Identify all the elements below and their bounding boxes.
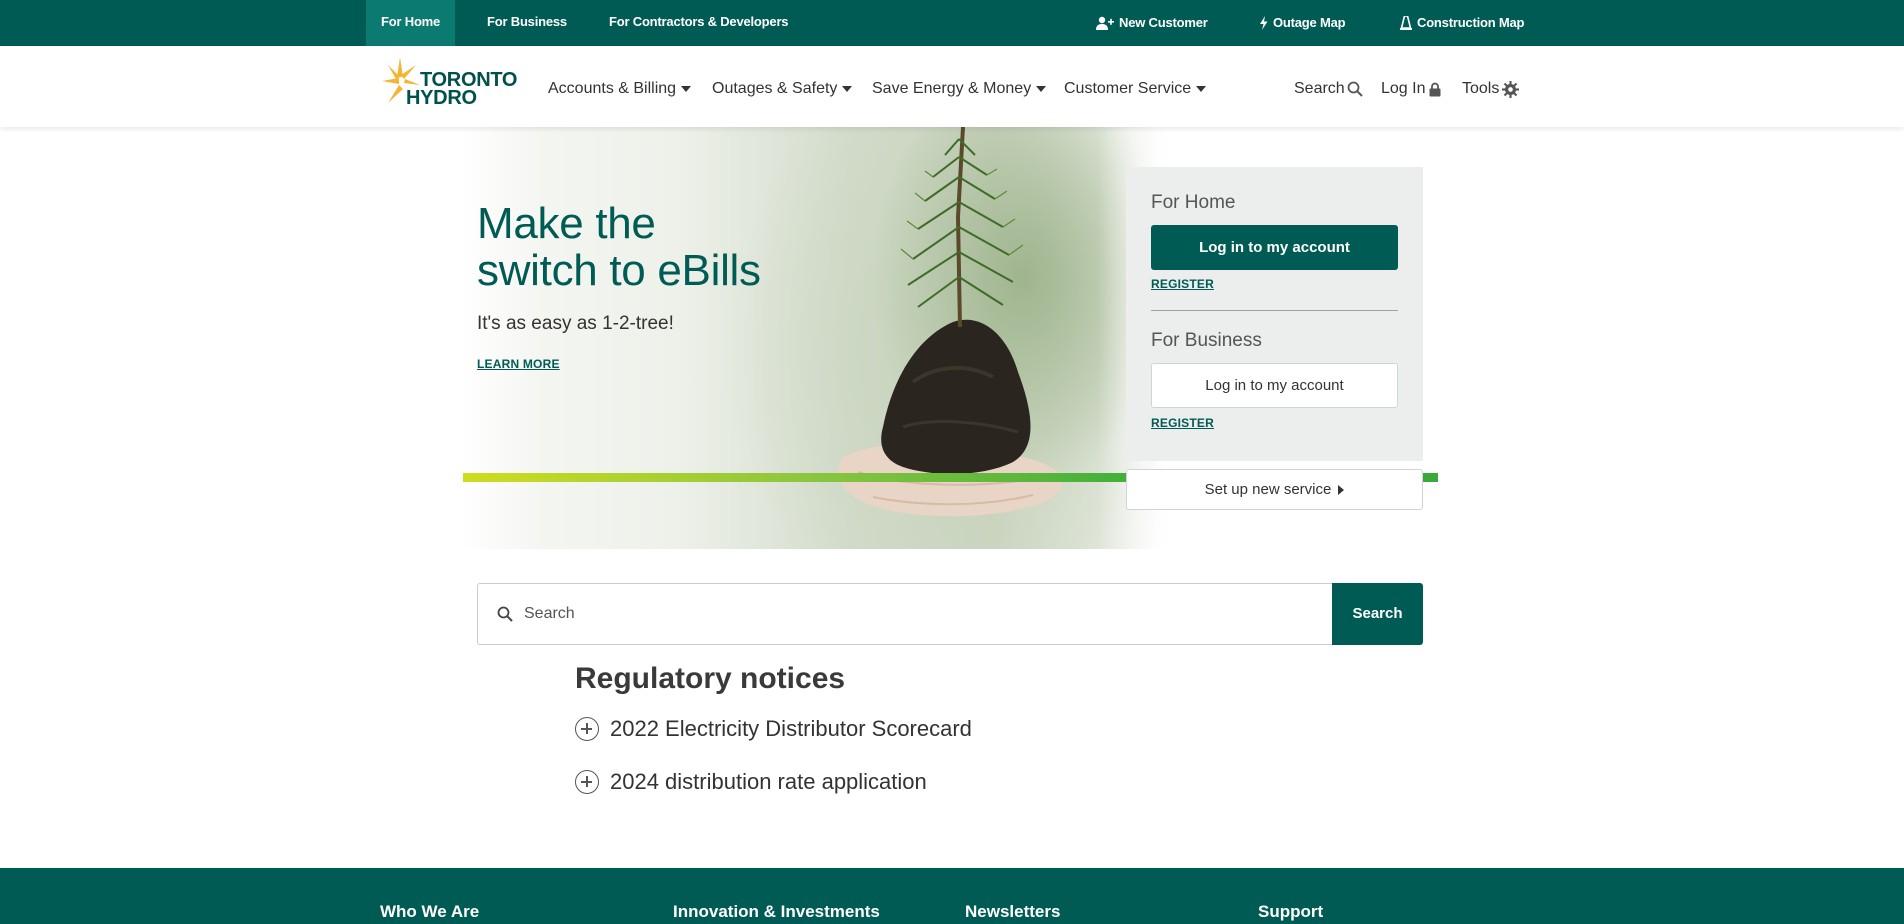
panel-divider (1151, 310, 1398, 311)
regulatory-notices-title: Regulatory notices (575, 662, 846, 695)
nav-item-label: Save Energy & Money (872, 80, 1032, 97)
accordion-item[interactable]: 2022 Electricity Distributor Scorecard (575, 716, 972, 742)
footer-heading-who-we-are[interactable]: Who We Are (380, 902, 479, 922)
for-home-heading: For Home (1151, 192, 1236, 213)
main-navigation: TORONTO HYDRO Accounts & Billing Outages… (0, 46, 1904, 127)
site-search: Search (477, 583, 1423, 645)
hero-title-line1: Make the (477, 199, 656, 248)
caret-down-icon (1036, 86, 1047, 92)
search-icon (497, 606, 513, 622)
nav-login-button[interactable]: Log In (1381, 80, 1441, 98)
login-panel: For Home Log in to my account REGISTER F… (1126, 167, 1423, 461)
expand-plus-icon (575, 717, 599, 741)
search-input[interactable] (524, 584, 1314, 644)
nav-login-label: Log In (1381, 80, 1426, 97)
footer-heading-innovation[interactable]: Innovation & Investments (673, 902, 880, 922)
nav-search-button[interactable]: Search (1294, 80, 1363, 98)
tab-for-contractors[interactable]: For Contractors & Developers (609, 0, 789, 46)
nav-tools-button[interactable]: Tools (1462, 80, 1520, 98)
nav-item-label: Accounts & Billing (548, 80, 677, 97)
nav-customer-service[interactable]: Customer Service (1064, 80, 1207, 98)
caret-down-icon (681, 86, 692, 92)
traffic-cone-icon (1400, 16, 1412, 30)
hero-subtitle: It's as easy as 1-2-tree! (477, 313, 674, 334)
learn-more-link[interactable]: LEARN MORE (477, 357, 560, 371)
caret-down-icon (842, 86, 853, 92)
home-login-button[interactable]: Log in to my account (1151, 225, 1398, 270)
logo-text-hydro: HYDRO (406, 87, 477, 109)
accordion-item[interactable]: 2024 distribution rate application (575, 769, 927, 795)
gear-icon (1502, 80, 1520, 98)
nav-search-label: Search (1294, 80, 1345, 97)
hero-banner (463, 127, 1168, 549)
accordion-label: 2022 Electricity Distributor Scorecard (610, 716, 972, 741)
construction-map-link[interactable]: Construction Map (1400, 0, 1524, 46)
expand-plus-icon (575, 770, 599, 794)
caret-down-icon (1196, 86, 1207, 92)
nav-tools-label: Tools (1462, 80, 1500, 97)
seedling-in-hand-image (838, 127, 1063, 517)
hero-fade-left (463, 127, 543, 549)
lightning-icon (1260, 16, 1268, 30)
lock-icon (1429, 82, 1441, 96)
site-footer: Who We Are Innovation & Investments News… (0, 868, 1904, 924)
search-field-wrapper (477, 583, 1333, 645)
tab-label: For Business (487, 14, 567, 29)
footer-heading-support[interactable]: Support (1258, 902, 1323, 922)
search-submit-button[interactable]: Search (1332, 583, 1423, 645)
construction-map-label: Construction Map (1417, 15, 1525, 30)
utility-bar: For Home For Business For Contractors & … (0, 0, 1904, 46)
nav-outages-safety[interactable]: Outages & Safety (712, 80, 853, 98)
home-register-link[interactable]: REGISTER (1151, 277, 1214, 291)
tab-for-business[interactable]: For Business (487, 0, 567, 46)
caret-right-icon (1338, 484, 1345, 495)
hero-title: Make the switch to eBills (477, 200, 761, 294)
business-login-button[interactable]: Log in to my account (1151, 363, 1398, 408)
tab-label: For Home (381, 14, 441, 29)
nav-save-energy-money[interactable]: Save Energy & Money (872, 80, 1047, 98)
business-register-link[interactable]: REGISTER (1151, 416, 1214, 430)
search-icon (1347, 81, 1363, 97)
footer-heading-newsletters[interactable]: Newsletters (965, 902, 1060, 922)
new-customer-label: New Customer (1119, 15, 1208, 30)
hero-title-line2: switch to eBills (477, 246, 761, 295)
new-service-label: Set up new service (1204, 481, 1332, 498)
outage-map-label: Outage Map (1273, 15, 1346, 30)
tab-label: For Contractors & Developers (609, 14, 789, 29)
for-business-heading: For Business (1151, 330, 1262, 351)
nav-accounts-billing[interactable]: Accounts & Billing (548, 80, 692, 98)
accordion-label: 2024 distribution rate application (610, 769, 927, 794)
add-user-icon (1096, 16, 1114, 30)
tab-for-home[interactable]: For Home (366, 0, 456, 46)
toronto-hydro-logo[interactable]: TORONTO HYDRO (380, 55, 520, 115)
new-customer-link[interactable]: New Customer (1096, 0, 1208, 46)
set-up-new-service-button[interactable]: Set up new service (1126, 469, 1423, 510)
nav-item-label: Outages & Safety (712, 80, 838, 97)
nav-item-label: Customer Service (1064, 80, 1192, 97)
outage-map-link[interactable]: Outage Map (1259, 0, 1346, 46)
